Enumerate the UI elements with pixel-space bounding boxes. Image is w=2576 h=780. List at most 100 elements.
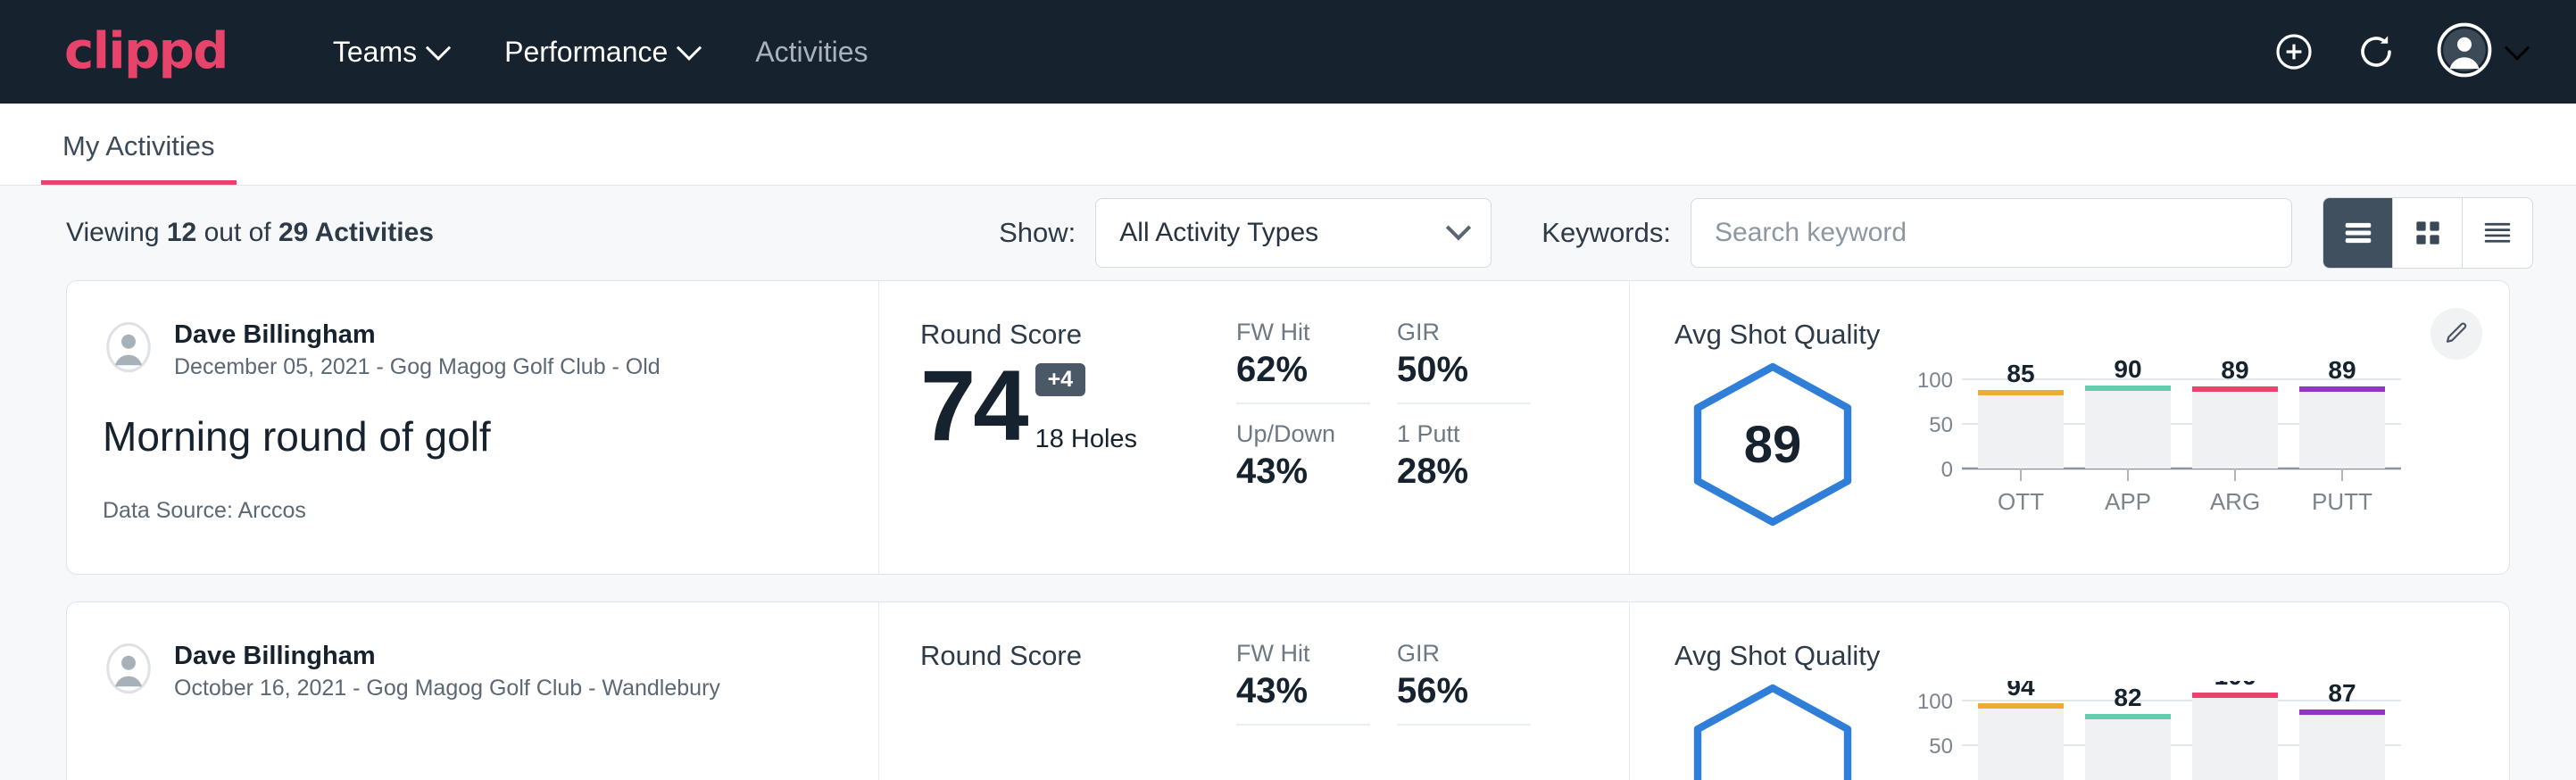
svg-text:50: 50 <box>1929 734 1953 759</box>
activity-card-list: Dave Billingham December 05, 2021 - Gog … <box>0 280 2576 780</box>
shot-quality-hexagon <box>1683 681 1862 780</box>
round-score-section: Round Score <box>879 602 1236 780</box>
svg-text:94: 94 <box>2007 681 2035 701</box>
nav-item-teams[interactable]: Teams <box>304 36 476 69</box>
plus-circle-icon[interactable] <box>2273 30 2315 73</box>
shot-quality-hexagon: 89 <box>1683 360 1862 529</box>
player-text: Dave Billingham October 16, 2021 - Gog M… <box>174 640 720 701</box>
search-input[interactable] <box>1691 198 2292 268</box>
list-view-button[interactable] <box>2323 198 2393 268</box>
round-score-label: Round Score <box>920 640 1236 672</box>
avg-shot-quality-section: Avg Shot Quality 89 100 <box>1629 281 2509 574</box>
chevron-down-icon <box>426 36 451 61</box>
viewing-suffix: Activities <box>308 218 434 247</box>
svg-text:100: 100 <box>1917 690 1953 714</box>
stat-fw-hit-value: 62% <box>1236 350 1370 390</box>
svg-text:50: 50 <box>1929 413 1953 437</box>
score-delta-badge: +4 <box>1035 363 1086 396</box>
activity-title: Morning round of golf <box>103 412 843 461</box>
viewing-mid: out of <box>196 218 278 247</box>
viewing-prefix: Viewing <box>66 218 167 247</box>
shot-quality-value <box>1683 681 1862 780</box>
round-score-label: Round Score <box>920 319 1236 351</box>
viewing-count-text: Viewing 12 out of 29 Activities <box>66 218 434 248</box>
stat-gir: GIR 50% <box>1397 319 1531 404</box>
edit-activity-button[interactable] <box>2431 308 2482 360</box>
viewing-total: 29 <box>278 218 308 247</box>
avg-shot-quality-body: 89 100 50 0 <box>1674 360 2509 543</box>
stat-column-right: GIR 56% <box>1397 640 1531 780</box>
player-name: Dave Billingham <box>174 640 720 672</box>
shot-quality-value: 89 <box>1683 360 1862 529</box>
clippd-logo[interactable]: clippd <box>64 27 228 77</box>
stat-gir-label: GIR <box>1397 319 1531 346</box>
stat-fw-hit: FW Hit 43% <box>1236 640 1370 726</box>
stat-gir-value: 50% <box>1397 350 1531 390</box>
account-menu[interactable] <box>2437 22 2526 82</box>
stat-up-down-value: 43% <box>1236 452 1370 492</box>
shot-quality-bar-chart: 100 50 0 94 82 106 87 <box>1901 681 2419 780</box>
stat-gir-value: 56% <box>1397 671 1531 711</box>
avatar <box>103 321 154 378</box>
activity-meta: October 16, 2021 - Gog Magog Golf Club -… <box>174 676 720 701</box>
round-score-value: 74 <box>920 356 1026 456</box>
player-text: Dave Billingham December 05, 2021 - Gog … <box>174 319 661 380</box>
round-score-row: 74 +4 18 Holes <box>920 356 1236 456</box>
navbar-actions <box>2273 22 2526 82</box>
stat-1-putt-label: 1 Putt <box>1397 420 1531 448</box>
svg-text:89: 89 <box>2328 360 2356 384</box>
activity-type-select[interactable]: All Activity Types <box>1095 198 1492 268</box>
svg-text:90: 90 <box>2114 360 2141 383</box>
round-score-section: Round Score 74 +4 18 Holes <box>879 281 1236 574</box>
refresh-icon[interactable] <box>2355 30 2397 73</box>
nav-item-activities[interactable]: Activities <box>727 36 896 69</box>
stat-fw-hit-label: FW Hit <box>1236 319 1370 346</box>
player-name: Dave Billingham <box>174 319 661 351</box>
stat-column-left: FW Hit 43% <box>1236 640 1370 780</box>
svg-text:OTT: OTT <box>1998 488 2044 515</box>
nav-item-activities-label: Activities <box>755 36 868 69</box>
tab-my-activities-label: My Activities <box>62 130 215 162</box>
nav-item-performance[interactable]: Performance <box>476 36 727 69</box>
svg-text:ARG: ARG <box>2210 488 2260 515</box>
activity-type-select-value: All Activity Types <box>1119 218 1318 248</box>
svg-text:APP: APP <box>2105 488 2151 515</box>
svg-text:100: 100 <box>1917 369 1953 393</box>
svg-text:0: 0 <box>1941 458 1953 482</box>
shot-quality-chart: 100 50 0 94 82 106 87 <box>1901 681 2419 780</box>
stat-1-putt-value: 28% <box>1397 452 1531 492</box>
svg-text:89: 89 <box>2221 360 2248 384</box>
player-row: Dave Billingham December 05, 2021 - Gog … <box>103 319 843 380</box>
activity-card[interactable]: Dave Billingham December 05, 2021 - Gog … <box>66 280 2510 575</box>
chevron-down-icon <box>1446 215 1471 240</box>
stat-up-down: Up/Down 43% <box>1236 420 1370 504</box>
grid-view-button[interactable] <box>2393 198 2463 268</box>
activity-card[interactable]: Dave Billingham October 16, 2021 - Gog M… <box>66 602 2510 780</box>
svg-text:85: 85 <box>2007 360 2034 387</box>
chevron-down-icon <box>2505 36 2530 61</box>
primary-nav: Teams Performance Activities <box>304 36 897 69</box>
stat-column-left: FW Hit 62% Up/Down 43% <box>1236 319 1370 574</box>
stat-gir-label: GIR <box>1397 640 1531 668</box>
shot-quality-chart: 100 50 0 85 OTT 90 <box>1901 360 2419 543</box>
avg-shot-quality-label: Avg Shot Quality <box>1674 319 2509 351</box>
player-row: Dave Billingham October 16, 2021 - Gog M… <box>103 640 843 701</box>
stat-fw-hit-value: 43% <box>1236 671 1370 711</box>
activity-stats: FW Hit 43% GIR 56% <box>1236 602 1629 780</box>
stat-fw-hit-label: FW Hit <box>1236 640 1370 668</box>
avg-shot-quality-label: Avg Shot Quality <box>1674 640 2509 672</box>
holes-label: 18 Holes <box>1035 425 1137 454</box>
nav-item-performance-label: Performance <box>504 36 668 69</box>
compact-view-button[interactable] <box>2463 198 2532 268</box>
tab-bar: My Activities <box>0 104 2576 186</box>
activity-stats: FW Hit 62% Up/Down 43% GIR 50% 1 Putt 28… <box>1236 281 1629 574</box>
svg-text:106: 106 <box>2215 681 2256 690</box>
activities-toolbar: Viewing 12 out of 29 Activities Show: Al… <box>0 186 2576 280</box>
tab-my-activities[interactable]: My Activities <box>41 130 237 185</box>
avg-shot-quality-section: Avg Shot Quality 100 50 0 <box>1629 602 2509 780</box>
activity-info: Dave Billingham October 16, 2021 - Gog M… <box>67 602 879 780</box>
svg-text:82: 82 <box>2114 684 2141 711</box>
activity-meta: December 05, 2021 - Gog Magog Golf Club … <box>174 354 661 380</box>
top-navbar: clippd Teams Performance Activities <box>0 0 2576 104</box>
shot-quality-bar-chart: 100 50 0 85 OTT 90 <box>1901 360 2419 538</box>
